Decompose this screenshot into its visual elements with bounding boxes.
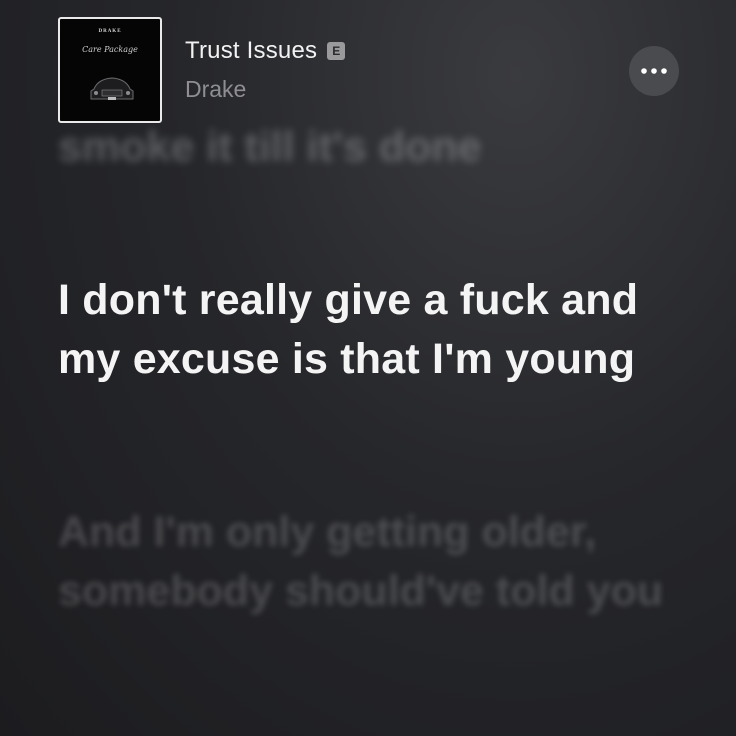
explicit-icon: E — [327, 42, 346, 60]
ellipsis-icon — [641, 68, 667, 74]
lyric-line-current[interactable]: I don't really give a fuck and my excuse… — [58, 271, 698, 389]
album-art-title: Care Package — [82, 45, 138, 54]
track-title-row: Trust Issues E — [185, 36, 346, 66]
more-options-button[interactable] — [629, 46, 679, 96]
now-playing-header: DRAKE Care Package Trust Issues E Drake — [0, 0, 736, 130]
album-art-artist: DRAKE — [98, 29, 122, 34]
car-illustration — [90, 77, 134, 100]
lyric-line-next[interactable]: And I'm only getting older, somebody sho… — [58, 503, 698, 621]
artist-name[interactable]: Drake — [185, 76, 246, 103]
album-artwork[interactable]: DRAKE Care Package — [58, 17, 162, 123]
lyric-line-previous[interactable]: smoke it till it's done — [58, 118, 698, 177]
track-title[interactable]: Trust Issues — [185, 37, 317, 65]
